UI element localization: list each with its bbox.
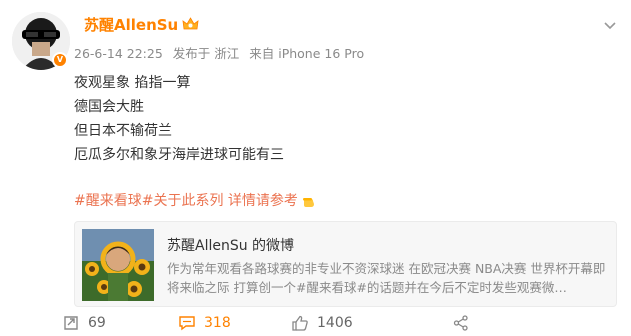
comment-button[interactable]: 318 (178, 315, 231, 331)
username[interactable]: 苏醒AllenSu (84, 14, 178, 35)
linked-card[interactable]: 苏醒AllenSu 的微博 作为常年观看各路球赛的非专业不资深球迷 在欧冠决赛 … (74, 221, 617, 307)
pointing-hand-icon (301, 193, 317, 209)
post-line: 但日本不输荷兰 (74, 123, 172, 139)
post-line: 厄瓜多尔和象牙海岸进球可能有三 (74, 147, 284, 163)
post-meta: 26-6-14 22:25 发布于 浙江 来自 iPhone 16 Pro (74, 43, 370, 62)
crown-icon (182, 17, 199, 32)
card-description: 作为常年观看各路球赛的非专业不资深球迷 在欧冠决赛 NBA决赛 世界杯开幕即将来… (167, 261, 606, 295)
repost-button[interactable]: 69 (62, 315, 106, 331)
card-title[interactable]: 苏醒AllenSu 的微博 (167, 235, 294, 255)
post-device: 来自 iPhone 16 Pro (249, 46, 365, 61)
topic-link[interactable]: #醒来看球# (74, 189, 153, 213)
verified-badge-icon: V (52, 52, 68, 68)
action-bar: 69 318 1406 (0, 312, 631, 336)
topic-line: #醒来看球# 关于此系列 详情请参考 (74, 189, 317, 213)
post-line: 德国会大胜 (74, 99, 144, 115)
card-thumbnail (82, 229, 154, 301)
post-content: 夜观星象 掐指一算 德国会大胜 但日本不输荷兰 厄瓜多尔和象牙海岸进球可能有三 (74, 71, 284, 167)
comment-icon (178, 315, 196, 331)
series-link[interactable]: 关于此系列 详情请参考 (153, 189, 297, 213)
post-line: 夜观星象 掐指一算 (74, 75, 191, 91)
more-icon[interactable] (603, 16, 617, 30)
like-icon (291, 315, 309, 331)
post-time[interactable]: 26-6-14 22:25 (74, 46, 163, 61)
share-button[interactable] (453, 315, 469, 331)
like-count: 1406 (317, 315, 353, 331)
comment-count: 318 (204, 315, 231, 331)
like-button[interactable]: 1406 (291, 315, 353, 331)
username-row: 苏醒AllenSu (84, 14, 199, 35)
post-location: 发布于 浙江 (172, 46, 240, 61)
repost-icon (62, 315, 80, 331)
repost-count: 69 (88, 315, 106, 331)
share-icon (453, 315, 469, 331)
